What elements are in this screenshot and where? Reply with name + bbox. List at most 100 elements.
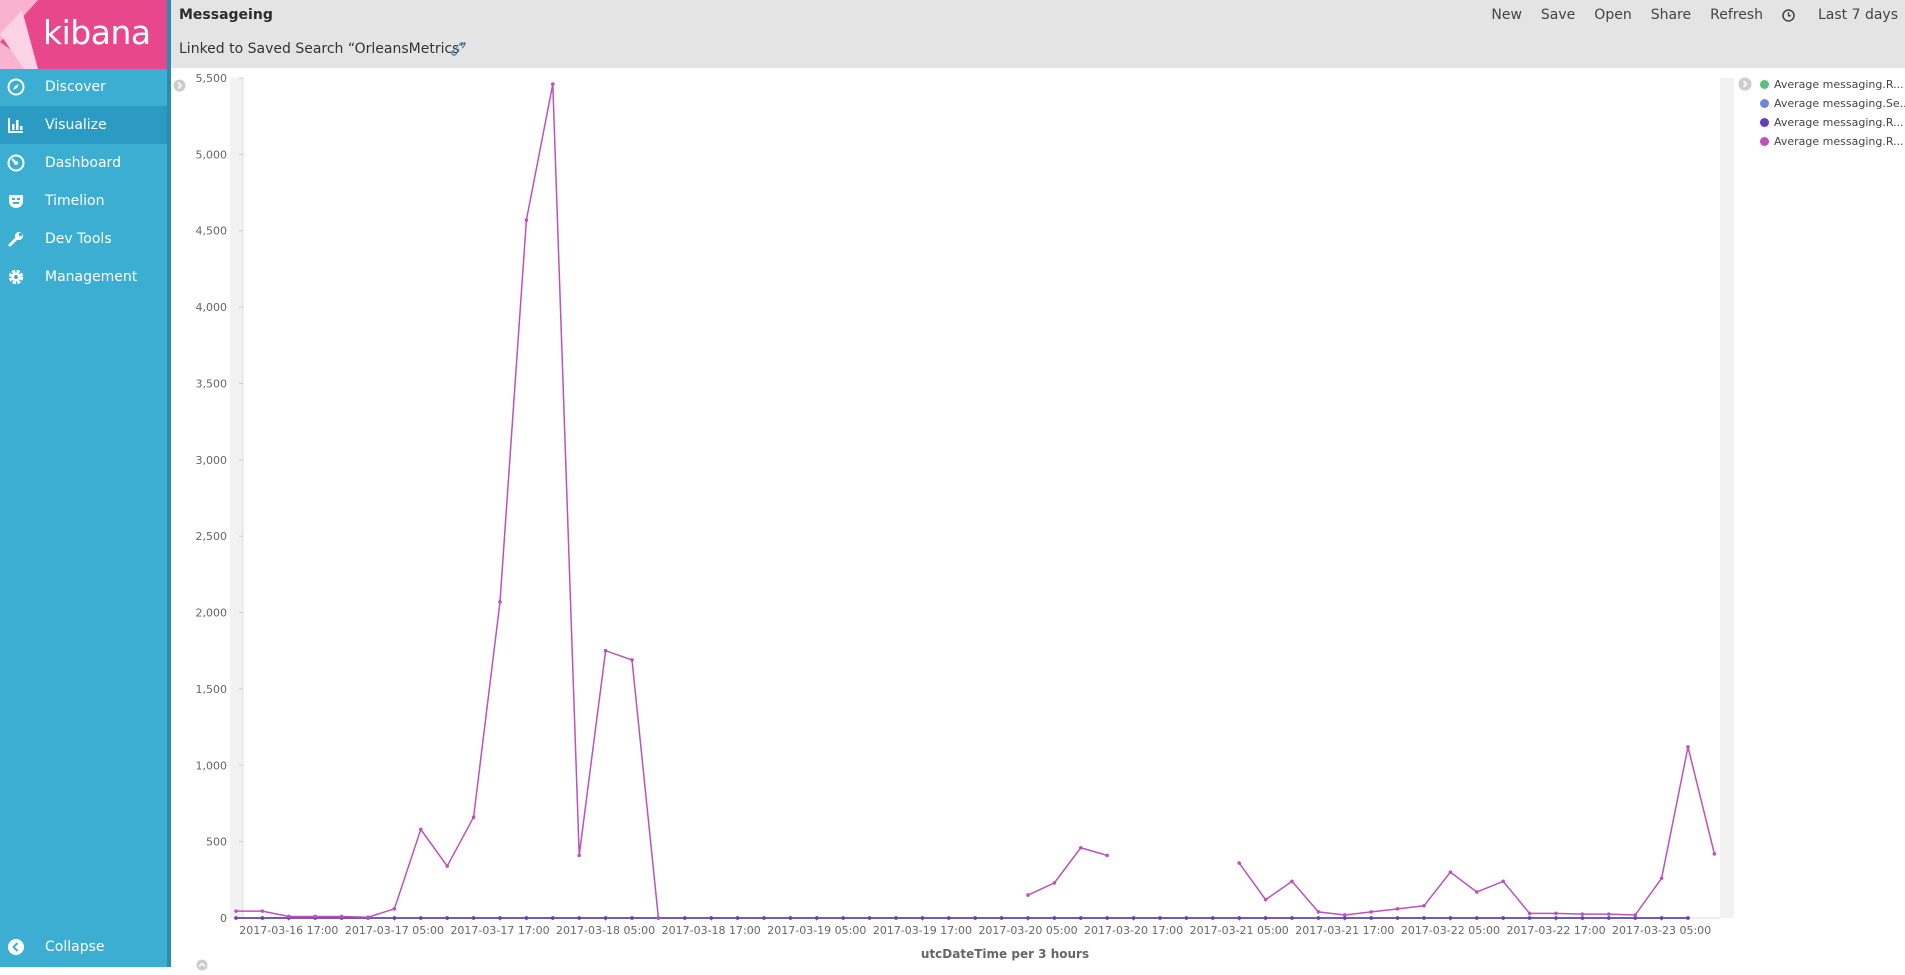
- series-point-3[interactable]: [1527, 911, 1532, 916]
- legend-item[interactable]: Average messaging.R...: [1760, 132, 1905, 151]
- series-point-2[interactable]: [260, 916, 265, 920]
- open-button[interactable]: Open: [1594, 7, 1631, 23]
- series-point-2[interactable]: [524, 916, 529, 920]
- series-point-3[interactable]: [287, 914, 291, 919]
- series-point-2[interactable]: [1448, 916, 1453, 920]
- series-point-2[interactable]: [999, 916, 1004, 920]
- series-point-2[interactable]: [788, 916, 793, 920]
- series-point-2[interactable]: [1131, 916, 1136, 920]
- series-point-2[interactable]: [234, 916, 238, 920]
- series-point-2[interactable]: [1527, 916, 1532, 920]
- series-point-2[interactable]: [894, 916, 898, 920]
- series-point-3[interactable]: [551, 82, 555, 86]
- series-point-3[interactable]: [656, 916, 661, 920]
- series-point-3[interactable]: [1079, 845, 1083, 850]
- series-point-2[interactable]: [815, 916, 819, 920]
- series-point-2[interactable]: [1686, 916, 1690, 920]
- series-point-2[interactable]: [735, 916, 740, 920]
- series-point-3[interactable]: [1263, 897, 1268, 902]
- series-point-2[interactable]: [1026, 916, 1030, 920]
- series-point-2[interactable]: [947, 916, 951, 920]
- toggle-bottom-icon[interactable]: [196, 956, 208, 975]
- refresh-button[interactable]: Refresh: [1710, 7, 1763, 23]
- series-point-3[interactable]: [1633, 913, 1637, 917]
- series-point-3[interactable]: [419, 827, 423, 832]
- series-point-2[interactable]: [1211, 916, 1215, 920]
- series-point-2[interactable]: [419, 916, 423, 920]
- series-point-2[interactable]: [1184, 916, 1189, 920]
- series-point-2[interactable]: [1316, 916, 1321, 920]
- series-point-2[interactable]: [498, 916, 502, 920]
- series-point-3[interactable]: [339, 914, 344, 919]
- series-point-3[interactable]: [1501, 879, 1505, 884]
- series-point-3[interactable]: [313, 914, 318, 919]
- series-point-2[interactable]: [709, 916, 713, 920]
- series-point-2[interactable]: [1422, 916, 1426, 920]
- series-point-2[interactable]: [1580, 916, 1585, 920]
- series-point-2[interactable]: [1079, 916, 1083, 920]
- series-point-3[interactable]: [445, 864, 450, 868]
- sidebar-item-dashboard[interactable]: Dashboard: [0, 144, 167, 182]
- series-point-2[interactable]: [471, 916, 476, 920]
- series-point-2[interactable]: [973, 916, 977, 920]
- series-point-3[interactable]: [1026, 893, 1030, 897]
- legend-toggle-icon[interactable]: [1738, 76, 1752, 95]
- unlink-icon[interactable]: [451, 41, 465, 60]
- sidebar-item-management[interactable]: Management: [0, 258, 167, 296]
- series-point-3[interactable]: [471, 815, 476, 819]
- sidebar-item-discover[interactable]: Discover: [0, 68, 167, 106]
- sidebar-item-timelion[interactable]: Timelion: [0, 182, 167, 220]
- series-point-3[interactable]: [498, 600, 502, 604]
- series-point-3[interactable]: [392, 907, 397, 911]
- series-point-3[interactable]: [1712, 852, 1717, 856]
- series-point-2[interactable]: [1052, 916, 1057, 920]
- series-point-2[interactable]: [577, 916, 581, 920]
- collapse-button[interactable]: Collapse: [0, 927, 167, 967]
- new-button[interactable]: New: [1491, 7, 1522, 23]
- series-point-3[interactable]: [1422, 903, 1426, 908]
- series-point-3[interactable]: [1580, 912, 1585, 916]
- series-point-3[interactable]: [1659, 876, 1664, 881]
- series-point-2[interactable]: [1659, 916, 1664, 920]
- series-point-3[interactable]: [524, 218, 529, 222]
- series-point-3[interactable]: [1686, 745, 1690, 749]
- series-point-3[interactable]: [366, 915, 370, 920]
- series-point-3[interactable]: [577, 853, 581, 858]
- series-point-3[interactable]: [234, 909, 238, 913]
- series-point-3[interactable]: [603, 648, 608, 653]
- save-button[interactable]: Save: [1541, 7, 1575, 23]
- legend-item[interactable]: Average messaging.R...: [1760, 113, 1905, 132]
- series-point-2[interactable]: [1105, 916, 1109, 920]
- legend-item[interactable]: Average messaging.Se...: [1760, 94, 1905, 113]
- series-point-2[interactable]: [1369, 916, 1373, 920]
- series-point-3[interactable]: [1607, 912, 1611, 916]
- series-point-2[interactable]: [920, 916, 925, 920]
- timepicker-button[interactable]: Last 7 days: [1782, 7, 1898, 23]
- series-point-2[interactable]: [392, 916, 397, 920]
- series-point-3[interactable]: [1105, 853, 1109, 858]
- series-point-3[interactable]: [1316, 910, 1321, 914]
- series-point-2[interactable]: [1237, 916, 1241, 920]
- series-point-2[interactable]: [867, 916, 872, 920]
- series-point-2[interactable]: [1475, 916, 1479, 920]
- series-point-2[interactable]: [445, 916, 450, 920]
- series-point-2[interactable]: [1263, 916, 1268, 920]
- series-point-3[interactable]: [1290, 879, 1294, 884]
- series-point-3[interactable]: [1475, 890, 1479, 894]
- kibana-logo[interactable]: kibana: [0, 0, 167, 69]
- legend-item[interactable]: Average messaging.R...: [1760, 75, 1905, 94]
- series-point-2[interactable]: [1607, 916, 1611, 920]
- series-point-2[interactable]: [762, 916, 766, 920]
- series-point-2[interactable]: [630, 916, 634, 920]
- sidebar-item-dev-tools[interactable]: Dev Tools: [0, 220, 167, 258]
- series-point-3[interactable]: [1395, 907, 1400, 911]
- series-point-3[interactable]: [1554, 911, 1558, 916]
- series-point-2[interactable]: [1501, 916, 1505, 920]
- sidebar-item-visualize[interactable]: Visualize: [0, 106, 167, 144]
- series-point-3[interactable]: [1448, 870, 1453, 874]
- series-point-2[interactable]: [683, 916, 687, 920]
- series-point-3[interactable]: [1052, 881, 1057, 885]
- series-point-2[interactable]: [841, 916, 845, 920]
- series-point-2[interactable]: [1290, 916, 1294, 920]
- series-point-3[interactable]: [1369, 910, 1373, 914]
